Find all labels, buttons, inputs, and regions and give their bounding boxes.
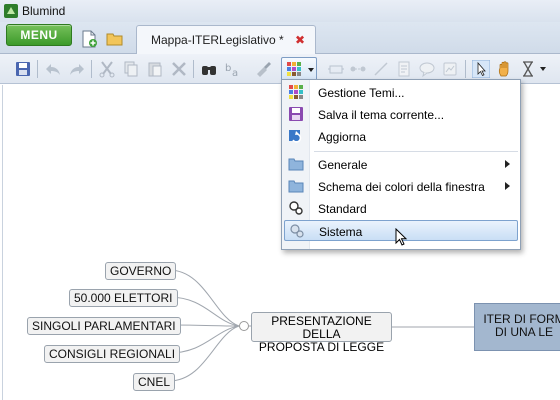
menu-item-label: Standard	[318, 202, 367, 216]
menu-item-gestione-temi[interactable]: Gestione Temi...	[284, 82, 518, 103]
note-icon[interactable]	[395, 60, 413, 78]
branch-node-singoli-parlamentari[interactable]: SINGOLI PARLAMENTARI	[27, 317, 181, 335]
folder-icon	[288, 158, 304, 171]
root-node-iter-formazione[interactable]: ITER DI FORM DI UNA LE	[474, 303, 560, 351]
window-title: Blumind	[22, 4, 66, 18]
refresh-icon	[289, 130, 302, 143]
topic-icon[interactable]	[327, 60, 345, 78]
submenu-arrow-icon	[505, 182, 510, 190]
collapse-toggle-icon[interactable]	[239, 321, 249, 331]
tab-label: Mappa-ITERLegislativo *	[151, 33, 284, 47]
branch-node-governo[interactable]: GOVERNO	[105, 262, 177, 280]
save-disk-icon	[289, 107, 303, 121]
menu-item-schema-colori[interactable]: Schema dei colori della finestra	[284, 176, 518, 197]
menu-item-label: Generale	[318, 158, 368, 172]
chevron-down-icon	[308, 68, 314, 72]
open-folder-icon[interactable]	[106, 30, 124, 48]
palette-grid-icon	[289, 85, 303, 99]
progress-icon[interactable]	[441, 60, 459, 78]
paste-icon[interactable]	[146, 60, 164, 78]
zoom-hourglass-icon[interactable]	[519, 60, 537, 78]
mouse-cursor-icon	[395, 228, 408, 246]
toolbar-separator	[91, 60, 92, 78]
theme-dropdown-menu: Gestione Temi... Salva il tema corrente.…	[281, 79, 521, 250]
toolbar-separator	[465, 60, 466, 78]
theme-button[interactable]	[281, 57, 317, 81]
find-binoculars-icon[interactable]	[200, 60, 218, 78]
format-brush-icon[interactable]	[254, 60, 272, 78]
line-icon[interactable]	[372, 60, 390, 78]
blumind-app-icon	[4, 4, 18, 18]
menu-item-aggiorna[interactable]: Aggiorna	[284, 126, 518, 147]
zoom-dropdown-arrow-icon[interactable]	[540, 67, 546, 71]
menu-item-label: Schema dei colori della finestra	[318, 180, 485, 194]
redo-icon[interactable]	[68, 60, 86, 78]
title-bar: Blumind	[0, 0, 560, 22]
menu-item-label: Sistema	[319, 225, 363, 239]
svg-text:a: a	[232, 68, 238, 78]
tab-mappa-iterlegislativo[interactable]: Mappa-ITERLegislativo * ✖	[136, 25, 316, 54]
root-line: DI UNA LE	[494, 325, 554, 339]
menu-separator	[314, 151, 518, 152]
menu-item-label: Gestione Temi...	[318, 86, 405, 100]
comment-icon[interactable]	[418, 60, 436, 78]
menu-button[interactable]: MENU	[6, 24, 72, 46]
palette-grid-icon	[287, 62, 301, 76]
replace-icon[interactable]: b a	[224, 60, 242, 78]
branch-node-50000-elettori[interactable]: 50.000 ELETTORI	[69, 289, 178, 307]
theme-circles-icon	[289, 201, 303, 215]
menu-item-standard[interactable]: Standard	[284, 198, 518, 219]
folder-icon	[288, 180, 304, 193]
save-icon[interactable]	[14, 60, 32, 78]
cut-icon[interactable]	[98, 60, 116, 78]
svg-text:b: b	[225, 63, 231, 74]
tab-close-icon[interactable]: ✖	[295, 33, 305, 47]
copy-icon[interactable]	[122, 60, 140, 78]
topic-line: PRESENTAZIONE DELLA	[271, 314, 372, 341]
menu-item-salva-tema[interactable]: Salva il tema corrente...	[284, 104, 518, 125]
menu-item-generale[interactable]: Generale	[284, 154, 518, 175]
new-document-icon[interactable]	[80, 30, 98, 48]
pan-hand-icon[interactable]	[496, 60, 514, 78]
undo-icon[interactable]	[44, 60, 62, 78]
delete-icon[interactable]	[170, 60, 188, 78]
menu-item-label: Salva il tema corrente...	[318, 108, 445, 122]
toolbar-separator	[193, 60, 194, 78]
topic-node-presentazione[interactable]: PRESENTAZIONE DELLA PROPOSTA DI LEGGE	[251, 312, 392, 354]
menu-item-label: Aggiorna	[318, 130, 367, 144]
theme-circles-icon	[290, 224, 304, 238]
branch-node-cnel[interactable]: CNEL	[133, 373, 176, 391]
toolbar-separator	[37, 60, 38, 78]
branch-node-consigli-regionali[interactable]: CONSIGLI REGIONALI	[44, 345, 181, 363]
topic-line: PROPOSTA DI LEGGE	[258, 340, 385, 354]
link-icon[interactable]	[349, 60, 367, 78]
submenu-arrow-icon	[505, 160, 510, 168]
select-pointer-icon[interactable]	[472, 60, 490, 78]
